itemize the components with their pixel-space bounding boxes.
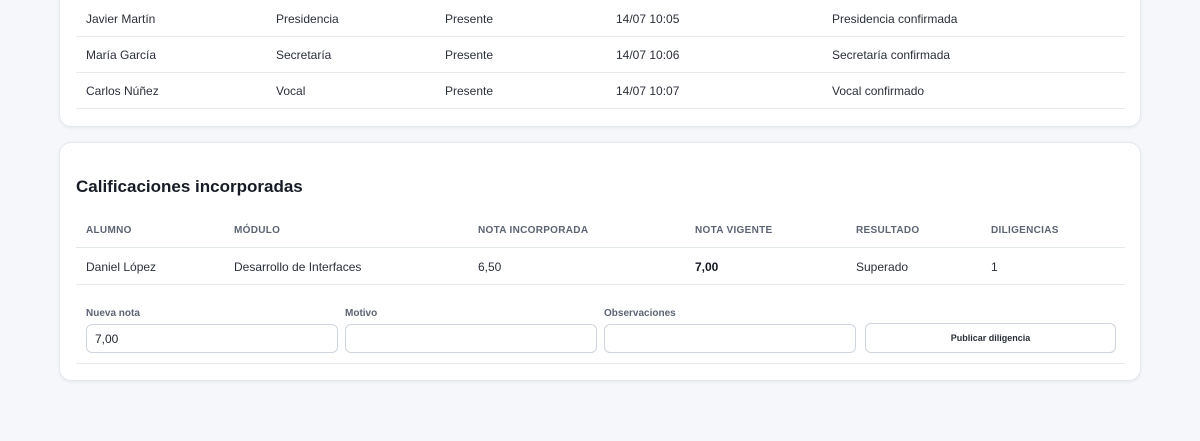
member-role: Secretaría xyxy=(276,48,332,62)
attendance-time: 14/07 10:06 xyxy=(616,48,680,62)
current-grade: 7,00 xyxy=(695,260,719,274)
table-row: Carlos Núñez Vocal Presente 14/07 10:07 … xyxy=(76,73,1125,109)
header-diligences: DILIGENCIAS xyxy=(991,225,1059,236)
attendance-time: 14/07 10:07 xyxy=(616,84,680,98)
member-role: Vocal xyxy=(276,84,306,98)
member-name: María García xyxy=(86,48,157,62)
reason-input[interactable] xyxy=(345,324,597,353)
header-module: MÓDULO xyxy=(234,225,281,236)
observations-label: Observaciones xyxy=(604,308,676,319)
attendance-time: 14/07 10:05 xyxy=(616,12,680,26)
header-student: ALUMNO xyxy=(86,225,132,236)
grades-card: Calificaciones incorporadas ALUMNO MÓDUL… xyxy=(59,142,1141,381)
table-row: Daniel López Desarrollo de Interfaces 6,… xyxy=(76,248,1125,285)
header-current-grade: NOTA VIGENTE xyxy=(695,225,773,236)
member-name: Carlos Núñez xyxy=(86,84,159,98)
incorporated-grade: 6,50 xyxy=(478,260,502,274)
attendance-note: Presidencia confirmada xyxy=(832,12,958,26)
attendance-note: Secretaría confirmada xyxy=(832,48,951,62)
attendance-status: Presente xyxy=(445,12,494,26)
diligences-count: 1 xyxy=(991,260,998,274)
table-header: ALUMNO MÓDULO NOTA INCORPORADA NOTA VIGE… xyxy=(76,213,1125,248)
result: Superado xyxy=(856,260,909,274)
student-name: Daniel López xyxy=(86,260,157,274)
attendance-table: Javier Martín Presidencia Presente 14/07… xyxy=(76,1,1125,109)
module-name: Desarrollo de Interfaces xyxy=(234,260,362,274)
attendance-status: Presente xyxy=(445,84,494,98)
attendance-note: Vocal confirmado xyxy=(832,84,925,98)
section-title: Calificaciones incorporadas xyxy=(76,177,303,196)
table-row: Javier Martín Presidencia Presente 14/07… xyxy=(76,1,1125,37)
publish-diligence-button[interactable]: Publicar diligencia xyxy=(865,323,1116,353)
member-role: Presidencia xyxy=(276,12,339,26)
header-result: RESULTADO xyxy=(856,225,920,236)
table-row: María García Secretaría Presente 14/07 1… xyxy=(76,37,1125,73)
reason-label: Motivo xyxy=(345,308,378,319)
header-incorporated-grade: NOTA INCORPORADA xyxy=(478,225,589,236)
attendance-status: Presente xyxy=(445,48,494,62)
observations-input[interactable] xyxy=(604,324,856,353)
member-name: Javier Martín xyxy=(86,12,156,26)
new-grade-input[interactable] xyxy=(86,324,338,353)
attendance-card: Javier Martín Presidencia Presente 14/07… xyxy=(59,0,1141,127)
diligence-form: Nueva nota Motivo Observaciones Publicar… xyxy=(76,285,1125,364)
grades-table: ALUMNO MÓDULO NOTA INCORPORADA NOTA VIGE… xyxy=(76,213,1125,285)
new-grade-label: Nueva nota xyxy=(86,308,140,319)
